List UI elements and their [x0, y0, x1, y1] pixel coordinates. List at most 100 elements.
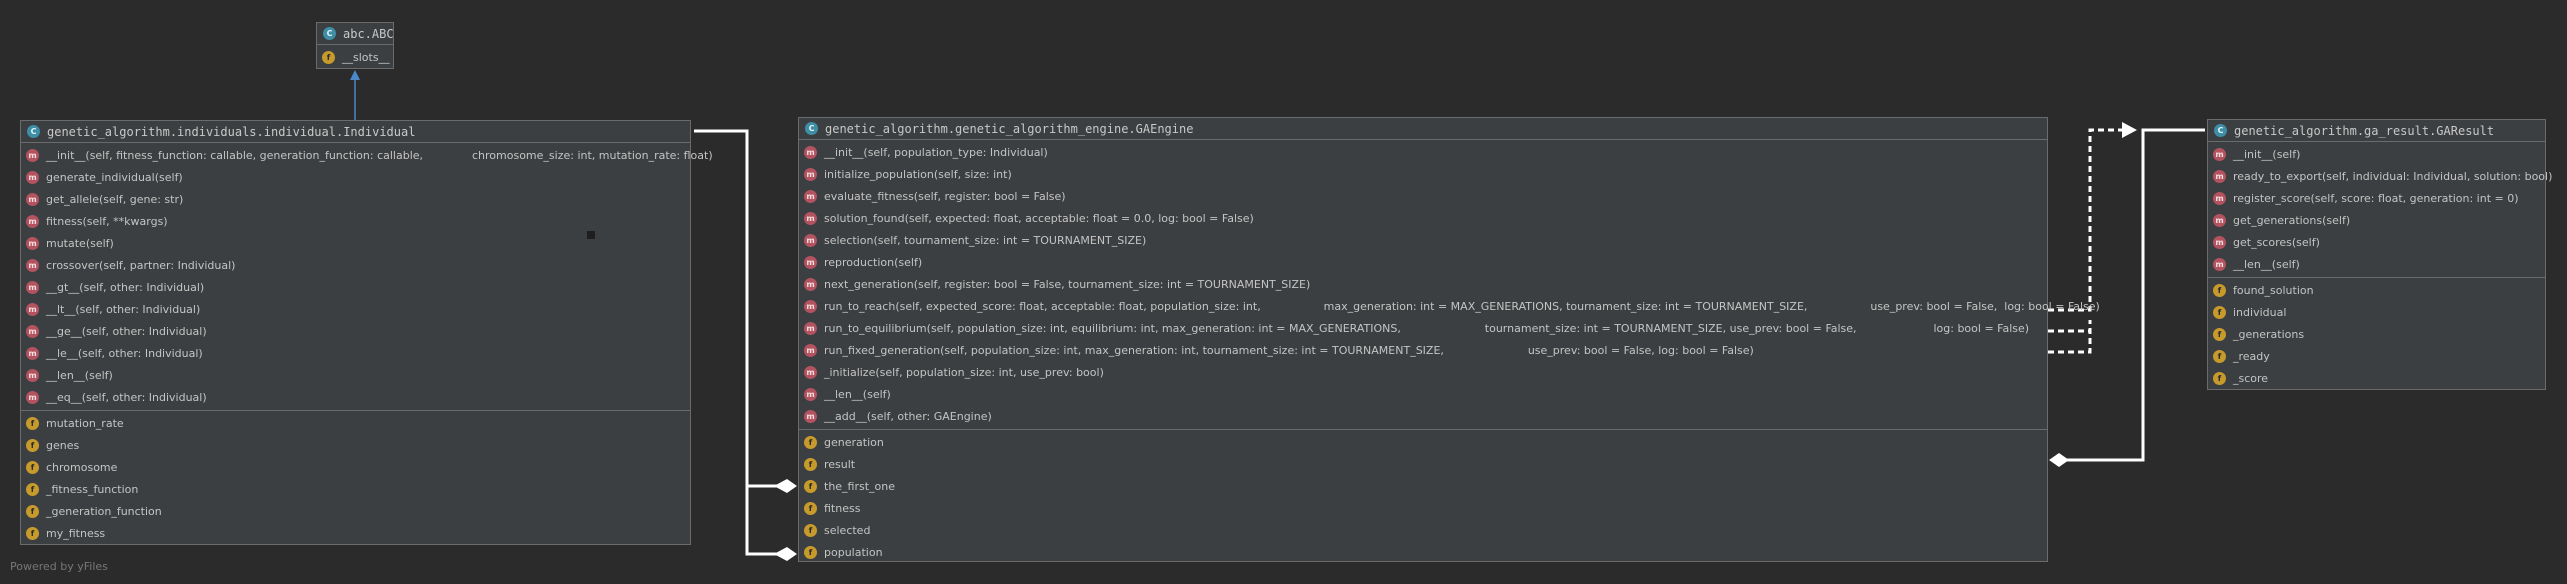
method-row[interactable]: m run_to_reach(self, expected_score: floa… — [799, 295, 2100, 317]
method-label: __le__(self, other: Individual) — [46, 346, 203, 360]
method-row[interactable]: m __ge__(self, other: Individual) — [21, 320, 690, 342]
methods-section: m __init__(self) m ready_to_export(self, i… — [2208, 142, 2552, 278]
field-label: population — [824, 545, 883, 559]
method-icon: m — [804, 409, 817, 423]
field-row[interactable]: f generation — [799, 431, 2047, 453]
field-row[interactable]: f __slots__ — [317, 46, 393, 68]
method-icon: m — [804, 167, 817, 181]
class-header: C abc.ABC — [317, 23, 394, 45]
field-row[interactable]: f population — [799, 541, 2047, 563]
method-label: get_scores(self) — [2233, 235, 2320, 249]
field-row[interactable]: f individual — [2208, 301, 2545, 323]
method-label: __len__(self) — [2233, 257, 2300, 271]
method-row[interactable]: m generate_individual(self) — [21, 166, 690, 188]
class-name: abc.ABC — [343, 26, 394, 41]
class-individual[interactable]: C genetic_algorithm.individuals.individu… — [20, 120, 713, 546]
field-icon: f — [804, 501, 817, 515]
field-row[interactable]: f my_fitness — [21, 522, 690, 544]
field-row[interactable]: f selected — [799, 519, 2047, 541]
field-icon: f — [2213, 283, 2226, 297]
class-abc-abc[interactable]: C abc.ABC f __slots__ — [316, 22, 394, 69]
method-row[interactable]: m next_generation(self, register: bool = … — [799, 273, 2047, 295]
field-label: result — [824, 457, 856, 471]
method-row[interactable]: m run_fixed_generation(self, population_s… — [799, 339, 2047, 361]
method-row[interactable]: m __le__(self, other: Individual) — [21, 342, 690, 364]
field-icon: f — [2213, 305, 2226, 319]
field-label: _generations — [2233, 327, 2305, 341]
field-label: mutation_rate — [46, 416, 124, 430]
method-icon: m — [804, 277, 817, 291]
field-row[interactable]: f fitness — [799, 497, 2047, 519]
class-header: C genetic_algorithm.individuals.individu… — [21, 121, 690, 143]
field-label: found_solution — [2233, 283, 2314, 297]
method-row[interactable]: m get_scores(self) — [2208, 231, 2545, 253]
field-row[interactable]: f _score — [2208, 367, 2545, 389]
method-row[interactable]: m initialize_population(self, size: int) — [799, 163, 2047, 185]
method-row[interactable]: m _initialize(self, population_size: int,… — [799, 361, 2047, 383]
class-name: genetic_algorithm.ga_result.GAResult — [2234, 123, 2495, 138]
method-icon: m — [2213, 191, 2226, 205]
method-label: __gt__(self, other: Individual) — [46, 280, 205, 294]
method-icon: m — [804, 233, 817, 247]
class-ga-result[interactable]: C genetic_algorithm.ga_result.GAResult m… — [2207, 119, 2552, 390]
field-row[interactable]: f _fitness_function — [21, 478, 690, 500]
method-row[interactable]: m solution_found(self, expected: float, a… — [799, 207, 2047, 229]
field-row[interactable]: f chromosome — [21, 456, 690, 478]
class-icon: C — [805, 122, 818, 135]
field-row[interactable]: f _generations — [2208, 323, 2545, 345]
methods-section: m __init__(self, population_type: Individ… — [799, 140, 2100, 430]
class-header: C genetic_algorithm.ga_result.GAResult — [2208, 120, 2545, 142]
field-row[interactable]: f _generation_function — [21, 500, 690, 522]
method-row[interactable]: m run_to_equilibrium(self, population_siz… — [799, 317, 2047, 339]
field-icon: f — [804, 457, 817, 471]
field-label: __slots__ — [342, 50, 390, 64]
method-label: run_to_equilibrium(self, population_size… — [824, 321, 2030, 335]
method-row[interactable]: m get_generations(self) — [2208, 209, 2545, 231]
method-row[interactable]: m __add__(self, other: GAEngine) — [799, 405, 2047, 427]
field-icon: f — [26, 416, 39, 430]
method-row[interactable]: m fitness(self, **kwargs) — [21, 210, 690, 232]
method-row[interactable]: m ready_to_export(self, individual: Indiv… — [2208, 165, 2552, 187]
method-row[interactable]: m evaluate_fitness(self, register: bool =… — [799, 185, 2047, 207]
method-label: crossover(self, partner: Individual) — [46, 258, 236, 272]
field-row[interactable]: f found_solution — [2208, 279, 2545, 301]
selection-marker — [587, 231, 595, 239]
method-icon: m — [2213, 213, 2226, 227]
method-row[interactable]: m __init__(self, fitness_function: callab… — [21, 144, 713, 166]
method-icon: m — [26, 148, 39, 162]
field-row[interactable]: f _ready — [2208, 345, 2545, 367]
method-row[interactable]: m crossover(self, partner: Individual) — [21, 254, 690, 276]
method-icon: m — [26, 192, 39, 206]
method-row[interactable]: m __len__(self) — [799, 383, 2047, 405]
method-icon: m — [26, 258, 39, 272]
method-row[interactable]: m get_allele(self, gene: str) — [21, 188, 690, 210]
field-icon: f — [2213, 349, 2226, 363]
method-row[interactable]: m __len__(self) — [21, 364, 690, 386]
method-label: __init__(self, fitness_function: callabl… — [46, 148, 713, 162]
class-icon: C — [27, 125, 40, 138]
method-icon: m — [26, 346, 39, 360]
method-row[interactable]: m __init__(self, population_type: Individ… — [799, 141, 2047, 163]
fields-section: f mutation_rate f genes f chromosome f _fitn… — [21, 411, 690, 546]
method-label: __eq__(self, other: Individual) — [46, 390, 207, 404]
field-row[interactable]: f mutation_rate — [21, 412, 690, 434]
method-row[interactable]: m __gt__(self, other: Individual) — [21, 276, 690, 298]
field-label: genes — [46, 438, 80, 452]
field-row[interactable]: f genes — [21, 434, 690, 456]
method-row[interactable]: m __len__(self) — [2208, 253, 2545, 275]
method-icon: m — [26, 368, 39, 382]
field-row[interactable]: f result — [799, 453, 2047, 475]
method-row[interactable]: m __eq__(self, other: Individual) — [21, 386, 690, 408]
class-name: genetic_algorithm.genetic_algorithm_engi… — [825, 121, 1194, 136]
method-row[interactable]: m selection(self, tournament_size: int = … — [799, 229, 2047, 251]
field-label: _ready — [2233, 349, 2270, 363]
method-row[interactable]: m reproduction(self) — [799, 251, 2047, 273]
method-row[interactable]: m __init__(self) — [2208, 143, 2545, 165]
method-row[interactable]: m register_score(self, score: float, gene… — [2208, 187, 2545, 209]
method-icon: m — [804, 189, 817, 203]
dependency-edge-run-fixed-generation — [2048, 320, 2092, 354]
field-row[interactable]: f the_first_one — [799, 475, 2047, 497]
method-row[interactable]: m __lt__(self, other: Individual) — [21, 298, 690, 320]
class-ga-engine[interactable]: C genetic_algorithm.genetic_algorithm_en… — [798, 117, 2100, 563]
dependency-edge-run-to-reach — [2048, 128, 2123, 312]
